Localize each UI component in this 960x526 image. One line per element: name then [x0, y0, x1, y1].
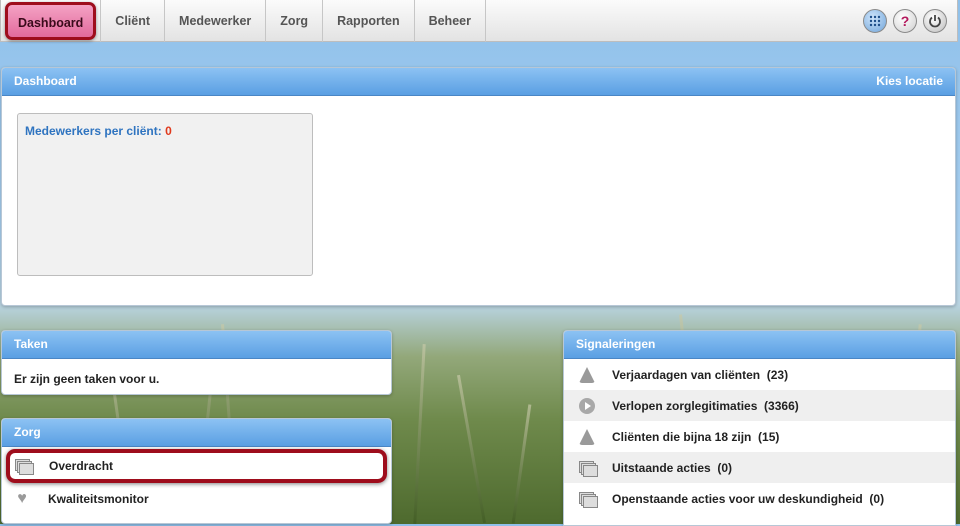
taken-title: Taken: [14, 337, 48, 351]
signal-item-label: Openstaande acties voor uw deskundigheid: [612, 491, 863, 506]
nav-tab-dashboard[interactable]: Dashboard: [5, 2, 97, 40]
signal-item-count: (3366): [764, 398, 799, 413]
taken-panel: Taken Er zijn geen taken voor u.: [1, 330, 392, 395]
signal-item-label: Uitstaande acties: [612, 460, 711, 475]
signal-item-count: (0): [869, 491, 885, 506]
help-icon[interactable]: ?: [893, 9, 917, 33]
signal-item-count: (23): [766, 367, 789, 382]
signaleringen-panel: Signaleringen Verjaardagen van cliënten …: [563, 330, 956, 526]
nav-tab-dashboard-wrap: Dashboard: [1, 0, 102, 42]
heart-shield-icon: ♥: [17, 489, 27, 507]
documents-icon: [576, 458, 598, 478]
signal-item-label: Cliënten die bijna 18 zijn: [612, 429, 752, 444]
signal-item-open-expertise-actions[interactable]: Openstaande acties voor uw deskundigheid…: [564, 483, 955, 514]
zorg-item-overdracht[interactable]: Overdracht: [6, 449, 387, 483]
power-icon[interactable]: [923, 9, 947, 33]
main-nav: Dashboard Cliënt Medewerker Zorg Rapport…: [1, 0, 486, 42]
nav-tab-zorg[interactable]: Zorg: [266, 0, 324, 42]
employees-per-client-label: Medewerkers per cliënt:: [25, 124, 162, 138]
nav-tab-medewerker[interactable]: Medewerker: [165, 0, 267, 42]
signal-item-label: Verlopen zorglegitimaties: [612, 398, 758, 413]
zorg-panel: Zorg Overdracht ♥ Kwaliteitsmonitor: [1, 418, 392, 524]
employees-per-client-box: Medewerkers per cliënt: 0: [17, 113, 313, 276]
signal-item-almost-18[interactable]: Cliënten die bijna 18 zijn (15): [564, 421, 955, 452]
zorg-item-kwaliteitsmonitor[interactable]: ♥ Kwaliteitsmonitor: [2, 483, 391, 514]
signal-item-label: Verjaardagen van cliënten: [612, 367, 761, 382]
top-right-icons: ?: [863, 9, 947, 33]
zorg-item-label: Overdracht: [49, 459, 114, 473]
zorg-panel-header: Zorg: [2, 419, 391, 447]
signal-item-outstanding-actions[interactable]: Uitstaande acties (0): [564, 452, 955, 483]
taken-panel-header: Taken: [2, 331, 391, 359]
signal-item-expired-legitimations[interactable]: Verlopen zorglegitimaties (3366): [564, 390, 955, 421]
taken-empty-message: Er zijn geen taken voor u.: [14, 372, 160, 386]
signal-item-count: (15): [758, 429, 780, 444]
signal-item-birthdays[interactable]: Verjaardagen van cliënten (23): [564, 359, 955, 390]
dashboard-title: Dashboard: [14, 74, 77, 88]
apps-grid-icon[interactable]: [863, 9, 887, 33]
bell-icon: [576, 427, 598, 447]
nav-tab-rapporten[interactable]: Rapporten: [323, 0, 415, 42]
signaleringen-list: Verjaardagen van cliënten (23) Verlopen …: [564, 359, 955, 514]
documents-icon: [13, 457, 34, 475]
dashboard-panel: Dashboard Kies locatie Medewerkers per c…: [1, 67, 956, 306]
play-icon: [576, 396, 598, 416]
bell-icon: [576, 365, 598, 385]
signal-item-count: (0): [717, 460, 733, 475]
signaleringen-panel-header: Signaleringen: [564, 331, 955, 359]
signaleringen-title: Signaleringen: [576, 337, 656, 351]
choose-location-link[interactable]: Kies locatie: [876, 68, 943, 95]
nav-tab-beheer[interactable]: Beheer: [415, 0, 486, 42]
dashboard-panel-header: Dashboard Kies locatie: [2, 68, 955, 96]
employees-per-client-value: 0: [165, 124, 172, 138]
zorg-title: Zorg: [14, 425, 41, 439]
nav-tab-client[interactable]: Cliënt: [101, 0, 166, 42]
zorg-item-label: Kwaliteitsmonitor: [48, 491, 149, 506]
top-navigation-bar: Dashboard Cliënt Medewerker Zorg Rapport…: [0, 0, 958, 42]
documents-icon: [576, 489, 598, 509]
